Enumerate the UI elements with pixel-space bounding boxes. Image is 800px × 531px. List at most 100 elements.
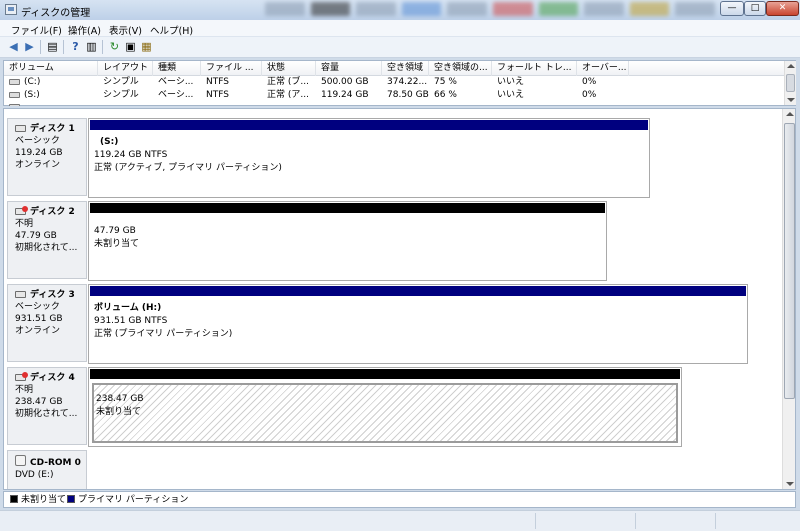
volume-list: ボリューム レイアウト 種類 ファイル ... 状態 容量 空き領域 空き領域の… bbox=[3, 60, 796, 106]
column-header-layout[interactable]: レイアウト bbox=[98, 61, 153, 76]
volume-list-header: ボリューム レイアウト 種類 ファイル ... 状態 容量 空き領域 空き領域の… bbox=[4, 61, 784, 76]
scroll-down-icon[interactable] bbox=[787, 98, 795, 102]
volume-row[interactable]: (S:) シンプル ベーシ... NTFS 正常 (ア... 119.24 GB… bbox=[4, 89, 784, 102]
volume-status: 正常 (ア... bbox=[267, 90, 309, 100]
menu-action[interactable]: 操作(A) bbox=[68, 23, 101, 37]
disk-size: 931.51 GB bbox=[15, 314, 63, 324]
uninitialized-disk-icon bbox=[15, 206, 28, 215]
primary-partition-bar bbox=[90, 286, 746, 296]
status-cell bbox=[535, 513, 635, 529]
back-arrow-icon[interactable]: ◀ bbox=[6, 40, 21, 54]
legend-swatch bbox=[10, 495, 18, 503]
disk-row: CD-ROM 0 DVD (E:) bbox=[4, 447, 782, 489]
disk-status: オンライン bbox=[15, 160, 61, 170]
column-header-status[interactable]: 状態 bbox=[262, 61, 316, 76]
disk-status: 初期化されて... bbox=[15, 243, 78, 253]
unallocated-block-selected[interactable]: 238.47 GB 未割り当て bbox=[88, 367, 682, 447]
refresh-icon[interactable]: ↻ bbox=[107, 40, 122, 54]
volume-layout: シンプル bbox=[103, 77, 139, 87]
hard-disk-icon bbox=[15, 291, 26, 298]
properties-icon[interactable]: ▣ bbox=[123, 40, 138, 54]
blurred-taskbar-area bbox=[265, 2, 715, 16]
scroll-thumb[interactable] bbox=[786, 74, 795, 92]
window-title: ディスクの管理 bbox=[21, 8, 91, 19]
disk-row: ディスク 3 ベーシック 931.51 GB オンライン ボリューム (H:) … bbox=[4, 281, 782, 365]
show-hide-action-pane-icon[interactable]: ▥ bbox=[84, 40, 99, 54]
column-header-overhead[interactable]: オーバー... bbox=[577, 61, 629, 76]
disk-info-panel[interactable]: ディスク 4 不明 238.47 GB 初期化されて... bbox=[7, 367, 87, 445]
console-tree-icon[interactable]: ▤ bbox=[45, 40, 60, 54]
disk-type: 不明 bbox=[15, 219, 34, 229]
scroll-thumb[interactable] bbox=[784, 123, 795, 399]
disk-info-panel[interactable]: ディスク 3 ベーシック 931.51 GB オンライン bbox=[7, 284, 87, 362]
unallocated-bar bbox=[90, 369, 680, 379]
minimize-button[interactable]: — bbox=[720, 1, 744, 16]
volume-fault-tolerance: いいえ bbox=[497, 90, 525, 100]
partition-status: 正常 (アクティブ, プライマリ パーティション) bbox=[94, 163, 282, 173]
volume-fault-tolerance: いいえ bbox=[497, 77, 525, 87]
partition-size: 238.47 GB bbox=[96, 394, 144, 404]
disk-view-scrollbar[interactable] bbox=[782, 109, 795, 489]
volume-list-scrollbar[interactable] bbox=[784, 61, 796, 105]
hard-disk-icon bbox=[15, 125, 26, 132]
volume-row[interactable]: (C:) シンプル ベーシ... NTFS 正常 (ブ... 500.00 GB… bbox=[4, 76, 784, 89]
volume-capacity: 119.24 GB bbox=[321, 90, 369, 100]
legend-label: 未割り当て bbox=[21, 495, 67, 505]
disk-info-panel[interactable]: CD-ROM 0 DVD (E:) bbox=[7, 450, 87, 489]
disk-size: 47.79 GB bbox=[15, 231, 57, 241]
partition-block[interactable]: ボリューム (H:) 931.51 GB NTFS 正常 (プライマリ パーティ… bbox=[88, 284, 748, 364]
legend-item: 未割り当て bbox=[10, 494, 66, 506]
partition-size-fs: 119.24 GB NTFS bbox=[94, 150, 168, 160]
disk-name: ディスク 3 bbox=[30, 290, 75, 300]
volume-overhead: 0% bbox=[582, 77, 597, 87]
menu-view[interactable]: 表示(V) bbox=[109, 23, 142, 37]
volume-free-percent: 75 % bbox=[434, 77, 457, 87]
column-header-type[interactable]: 種類 bbox=[153, 61, 201, 76]
disk-status: オンライン bbox=[15, 326, 61, 336]
partition-block[interactable]: (S:) 119.24 GB NTFS 正常 (アクティブ, プライマリ パーテ… bbox=[88, 118, 650, 198]
help-icon[interactable]: ? bbox=[68, 40, 83, 54]
scroll-up-icon[interactable] bbox=[787, 64, 795, 68]
menu-file[interactable]: ファイル(F) bbox=[11, 23, 62, 37]
volume-free-space: 78.50 GB bbox=[387, 90, 429, 100]
disk-size: 119.24 GB bbox=[15, 148, 63, 158]
disk-info-panel[interactable]: ディスク 1 ベーシック 119.24 GB オンライン bbox=[7, 118, 87, 196]
status-cell bbox=[635, 513, 715, 529]
partition-label: ボリューム (H:) bbox=[94, 303, 162, 313]
volume-free-space: 374.22... bbox=[387, 77, 428, 87]
column-header-fault-tolerance[interactable]: フォールト トレ... bbox=[492, 61, 577, 76]
partition-size: 47.79 GB bbox=[94, 226, 136, 236]
close-button[interactable]: ✕ bbox=[766, 1, 799, 16]
column-header-volume[interactable]: ボリューム bbox=[4, 61, 98, 76]
volume-filesystem: NTFS bbox=[206, 90, 229, 100]
scroll-up-icon[interactable] bbox=[786, 112, 794, 116]
disk-name: CD-ROM 0 bbox=[30, 458, 81, 468]
column-header-free-space[interactable]: 空き領域 bbox=[382, 61, 429, 76]
scroll-down-icon[interactable] bbox=[786, 482, 794, 486]
cd-rom-icon bbox=[15, 455, 26, 466]
legend-label: プライマリ パーティション bbox=[78, 495, 189, 505]
status-cell bbox=[715, 513, 800, 529]
disk-management-app-icon bbox=[5, 4, 17, 15]
menu-help[interactable]: ヘルプ(H) bbox=[150, 23, 193, 37]
forward-arrow-icon[interactable]: ▶ bbox=[22, 40, 37, 54]
volume-layout: シンプル bbox=[103, 90, 139, 100]
disk-name: ディスク 4 bbox=[30, 373, 75, 383]
column-header-capacity[interactable]: 容量 bbox=[316, 61, 382, 76]
toolbar: ◀ ▶ ▤ ? ▥ ↻ ▣ ▦ bbox=[0, 37, 800, 58]
unallocated-bar bbox=[90, 203, 605, 213]
column-header-filesystem[interactable]: ファイル ... bbox=[201, 61, 262, 76]
maximize-button[interactable]: □ bbox=[744, 1, 766, 16]
legend-item: プライマリ パーティション bbox=[67, 494, 188, 506]
volume-type: ベーシ... bbox=[158, 90, 194, 100]
legend: 未割り当て プライマリ パーティション bbox=[3, 491, 796, 508]
volume-status: 正常 (ブ... bbox=[267, 77, 309, 87]
primary-partition-bar bbox=[90, 120, 648, 130]
partition-label: (S:) bbox=[100, 137, 119, 147]
status-bar bbox=[0, 510, 800, 531]
export-list-icon[interactable]: ▦ bbox=[139, 40, 154, 54]
column-header-free-percent[interactable]: 空き領域の... bbox=[429, 61, 492, 76]
unallocated-block[interactable]: 47.79 GB 未割り当て bbox=[88, 201, 607, 281]
volume-icon bbox=[9, 91, 20, 98]
disk-info-panel[interactable]: ディスク 2 不明 47.79 GB 初期化されて... bbox=[7, 201, 87, 279]
